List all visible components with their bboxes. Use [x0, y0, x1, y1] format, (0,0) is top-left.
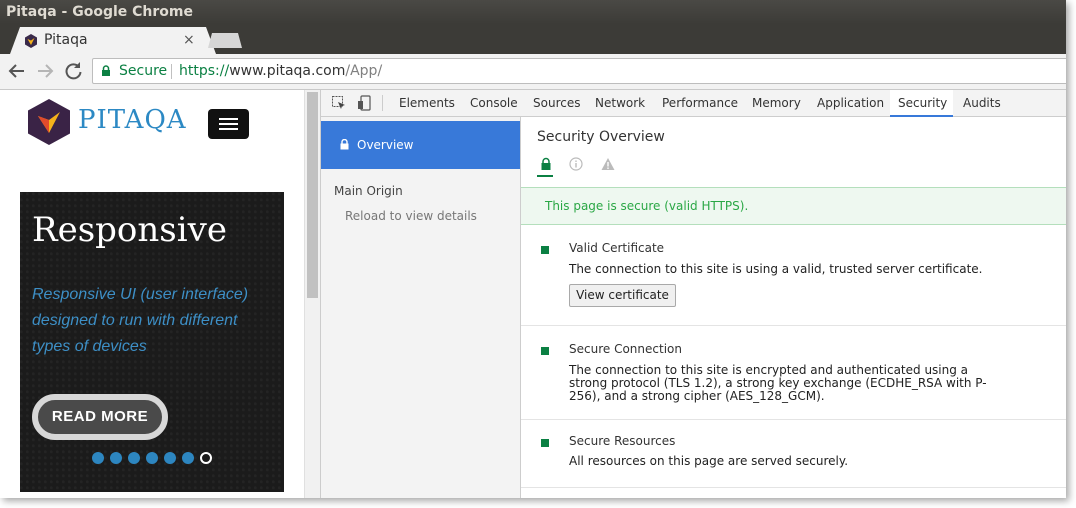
security-overview-panel: Security Overview This page is secure (v… [521, 117, 1066, 498]
url-scheme: https:// [179, 63, 230, 79]
section-valid-certificate: Valid Certificate The connection to this… [521, 225, 1066, 326]
section-heading: Secure Connection [569, 342, 682, 356]
logo-text[interactable]: PITAQA [78, 105, 187, 135]
status-square-icon [541, 246, 549, 254]
security-overview-title: Security Overview [537, 129, 665, 145]
status-square-icon [541, 347, 549, 355]
devtools-tab-bar: Elements Console Sources Network Perform… [321, 90, 1066, 117]
section-description: All resources on this page are served se… [569, 454, 849, 468]
devtools-tab-security[interactable]: Security [890, 90, 953, 117]
browser-toolbar: Secure https://www.pitaqa.com/App/ [0, 54, 1066, 90]
tab-pitaqa[interactable]: Pitaqa × [10, 27, 216, 54]
slider-dot[interactable] [92, 452, 104, 464]
devtools-tab-performance[interactable]: Performance [654, 90, 746, 117]
menu-hamburger-icon[interactable] [208, 109, 249, 139]
section-description: The connection to this site is encrypted… [569, 363, 987, 403]
page-scrollbar-thumb[interactable] [307, 92, 318, 298]
devtools-tab-console[interactable]: Console [462, 90, 526, 117]
url-text[interactable]: https://www.pitaqa.com/App/ [179, 59, 382, 83]
secure-banner: This page is secure (valid HTTPS). [521, 187, 1066, 225]
section-description: The connection to this site is using a v… [569, 262, 983, 276]
forward-arrow-icon[interactable] [32, 58, 58, 84]
hero-slider: Responsive Responsive UI (user interface… [20, 192, 284, 492]
tab-title: Pitaqa [44, 32, 88, 48]
tab-strip: Pitaqa × [0, 24, 1066, 54]
slider-dot[interactable] [110, 452, 122, 464]
lock-icon [340, 139, 349, 150]
back-arrow-icon[interactable] [4, 58, 30, 84]
sidebar-item-label: Overview [357, 138, 414, 152]
slider-dot[interactable] [182, 452, 194, 464]
inspect-element-icon[interactable] [331, 95, 347, 111]
active-summary-underline [537, 175, 553, 177]
secure-lock-icon [102, 65, 110, 76]
section-heading: Valid Certificate [569, 241, 665, 255]
security-sidebar: Overview Main Origin Reload to view deta… [321, 117, 521, 498]
section-heading: Secure Resources [569, 434, 676, 448]
status-square-icon [541, 439, 549, 447]
window-title: Pitaqa - Google Chrome [0, 0, 1066, 24]
devtools-tab-elements[interactable]: Elements [391, 90, 463, 117]
page-scrollbar[interactable] [304, 90, 320, 498]
address-bar[interactable]: Secure https://www.pitaqa.com/App/ [92, 58, 1066, 84]
section-secure-connection: Secure Connection The connection to this… [521, 326, 1066, 420]
devtools-divider [382, 95, 383, 111]
devtools-panel: Elements Console Sources Network Perform… [320, 90, 1066, 498]
slider-dot[interactable] [128, 452, 140, 464]
view-certificate-button[interactable]: View certificate [569, 284, 676, 307]
slider-dots [92, 452, 212, 464]
main-origin-heading: Main Origin [334, 184, 403, 198]
devtools-tab-sources[interactable]: Sources [525, 90, 588, 117]
info-icon [569, 157, 583, 171]
devtools-tab-memory[interactable]: Memory [744, 90, 809, 117]
slider-dot[interactable] [146, 452, 158, 464]
slider-dot-active[interactable] [200, 452, 212, 464]
url-host: www.pitaqa.com [229, 63, 346, 79]
sidebar-item-overview[interactable]: Overview [321, 121, 520, 169]
reload-hint: Reload to view details [345, 209, 477, 223]
slide-text: Responsive UI (user interface) designed … [32, 286, 249, 355]
warning-icon [601, 158, 615, 170]
pitaqa-logo-icon[interactable] [27, 98, 71, 146]
omnibox-divider [171, 64, 172, 79]
reload-icon[interactable] [60, 58, 86, 84]
secure-lock-icon [541, 157, 551, 170]
tab-close-icon[interactable]: × [183, 27, 195, 53]
web-page: PITAQA Responsive Responsive UI (user in… [0, 90, 304, 498]
new-tab-button[interactable] [208, 33, 242, 48]
section-secure-resources: Secure Resources All resources on this p… [521, 420, 1066, 488]
secure-label: Secure [119, 63, 168, 79]
devtools-tab-application[interactable]: Application [809, 90, 892, 117]
slider-dot[interactable] [164, 452, 176, 464]
pitaqa-favicon-icon [25, 34, 37, 48]
url-path: /App/ [345, 63, 383, 79]
slide-title: Responsive [32, 210, 227, 250]
browser-window: Pitaqa - Google Chrome Pitaqa × Secure h… [0, 0, 1066, 498]
devtools-tab-audits[interactable]: Audits [955, 90, 1009, 117]
devtools-tab-network[interactable]: Network [587, 90, 653, 117]
read-more-button[interactable]: READ MORE [32, 394, 168, 440]
device-toolbar-icon[interactable] [357, 95, 373, 111]
